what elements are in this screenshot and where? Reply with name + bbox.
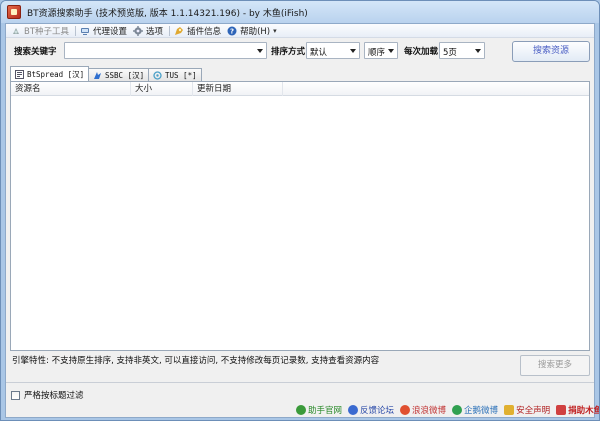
column-resource-name[interactable]: 资源名 xyxy=(11,82,131,96)
column-update-date[interactable]: 更新日期 xyxy=(193,82,283,96)
forum-icon xyxy=(348,405,359,415)
link-donate[interactable]: 捐助木鱼 xyxy=(556,404,599,416)
link-official-site[interactable]: 助手官网 xyxy=(296,404,342,416)
tencent-weibo-icon xyxy=(452,405,463,415)
btspread-icon xyxy=(15,69,24,79)
sort-select[interactable]: 默认 xyxy=(306,42,360,59)
link-feedback-forum[interactable]: 反馈论坛 xyxy=(348,404,394,416)
keyword-label: 搜索关键字 xyxy=(14,47,57,57)
gear-icon xyxy=(133,25,144,36)
chevron-down-icon xyxy=(388,49,394,53)
keyword-combo[interactable] xyxy=(64,42,267,59)
help-icon: ? xyxy=(227,26,237,36)
menu-bt-seed-tools[interactable]: BT种子工具 xyxy=(9,24,73,38)
link-security-statement[interactable]: 安全声明 xyxy=(504,404,550,416)
plugin-icon xyxy=(174,26,184,36)
link-tencent-weibo[interactable]: 企鹅微博 xyxy=(452,404,498,416)
chevron-down-icon xyxy=(350,49,356,53)
title-bar[interactable]: BT资源搜索助手 (技术预览版, 版本 1.1.14321.196) - by … xyxy=(1,1,599,23)
strict-title-filter-checkbox[interactable] xyxy=(11,390,20,400)
menu-separator xyxy=(169,25,171,36)
tab-tus[interactable]: TUS [*] xyxy=(148,68,202,81)
strict-title-filter[interactable]: 严格按标题过滤 xyxy=(11,389,84,401)
tab-btspread[interactable]: BtSpread [汉] xyxy=(10,66,90,81)
tab-ssbc[interactable]: SSBC [汉] xyxy=(88,68,150,81)
footer-links: 助手官网 反馈论坛 浪浪微博 企鹅微博 安全声明 捐助木鱼 xyxy=(296,404,599,416)
column-size[interactable]: 大小 xyxy=(131,82,193,96)
chevron-down-icon xyxy=(475,49,481,53)
chevron-down-icon: ▾ xyxy=(273,26,277,35)
menu-help[interactable]: ? 帮助(H) ▾ xyxy=(225,24,281,38)
menu-plugin-info[interactable]: 插件信息 xyxy=(172,24,225,38)
shield-icon xyxy=(504,405,515,415)
order-select[interactable]: 顺序 xyxy=(364,42,398,59)
menu-proxy-settings[interactable]: 代理设置 xyxy=(78,24,131,38)
load-pages-select[interactable]: 5页 xyxy=(439,42,485,59)
search-more-button[interactable]: 搜索更多 xyxy=(520,355,590,376)
seed-icon xyxy=(11,26,21,36)
tus-icon xyxy=(153,70,162,80)
weibo-icon xyxy=(400,405,411,415)
engine-features-text: 引擎特性: 不支持原生排序, 支持非英文, 可以直接访问, 不支持修改每页记录数… xyxy=(12,356,380,366)
list-header: 资源名 大小 更新日期 xyxy=(11,82,589,96)
menu-separator xyxy=(75,25,77,36)
window-title: BT资源搜索助手 (技术预览版, 版本 1.1.14321.196) - by … xyxy=(27,9,308,19)
results-list[interactable]: 资源名 大小 更新日期 xyxy=(10,81,590,351)
globe-icon xyxy=(296,405,306,415)
divider xyxy=(6,382,594,383)
app-icon xyxy=(7,5,21,19)
proxy-icon xyxy=(80,26,90,36)
load-label: 每次加载 xyxy=(404,47,439,57)
search-resources-button[interactable]: 搜索资源 xyxy=(512,41,590,62)
menu-bar: BT种子工具 代理设置 选项 插件信息 ? 帮助(H) ▾ xyxy=(6,24,594,38)
menu-options[interactable]: 选项 xyxy=(131,24,167,38)
sort-label: 排序方式 xyxy=(271,47,306,57)
svg-text:?: ? xyxy=(230,27,234,35)
gift-icon xyxy=(556,405,567,415)
ssbc-icon xyxy=(93,71,102,80)
app-window: BT资源搜索助手 (技术预览版, 版本 1.1.14321.196) - by … xyxy=(0,0,600,421)
client-area: BT种子工具 代理设置 选项 插件信息 ? 帮助(H) ▾ 搜索关键字 排序方式… xyxy=(5,23,599,418)
link-sina-weibo[interactable]: 浪浪微博 xyxy=(400,404,446,416)
chevron-down-icon[interactable] xyxy=(257,49,263,53)
